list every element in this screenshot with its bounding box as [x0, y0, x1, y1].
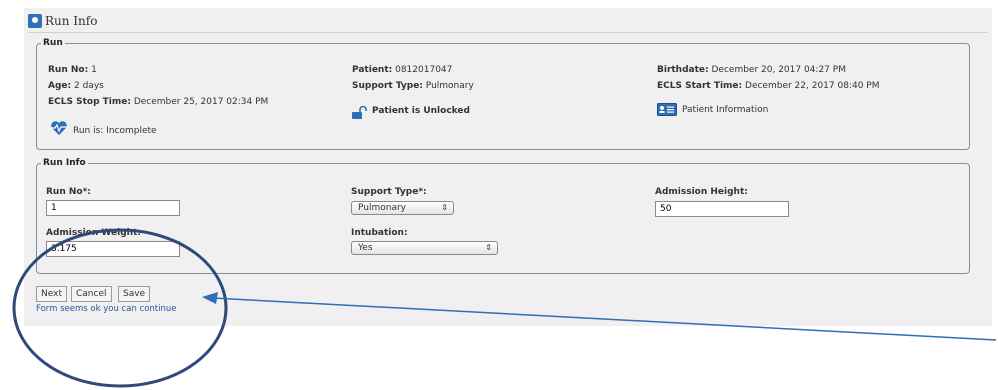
annotation-circle — [12, 228, 228, 388]
annotation-arrow-line — [211, 297, 997, 341]
annotation-arrowhead — [202, 292, 218, 304]
annotation-overlay — [12, 228, 997, 388]
